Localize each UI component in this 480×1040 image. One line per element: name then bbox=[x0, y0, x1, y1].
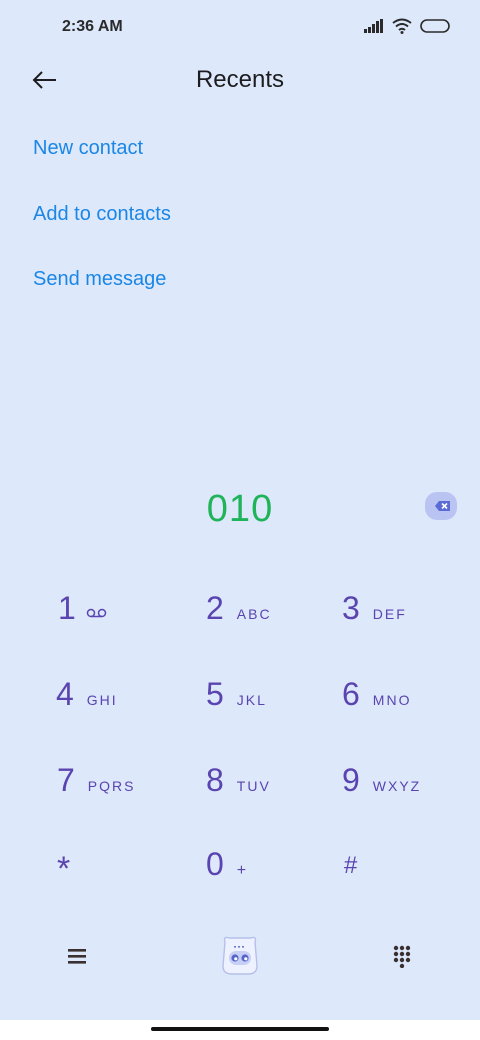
key-digit: 8 bbox=[206, 762, 224, 798]
home-indicator[interactable] bbox=[151, 1027, 329, 1031]
key-letters: JKL bbox=[236, 692, 267, 708]
status-icons bbox=[364, 18, 450, 34]
key-1[interactable]: 1 bbox=[58, 590, 108, 627]
key-digit: 9 bbox=[342, 762, 360, 798]
key-4[interactable]: 4 GHI bbox=[56, 676, 118, 713]
voicemail-icon bbox=[86, 608, 107, 618]
key-2[interactable]: 2 ABC bbox=[206, 590, 272, 627]
wifi-icon bbox=[392, 18, 412, 34]
key-hash[interactable]: # bbox=[344, 852, 357, 880]
send-message-link[interactable]: Send message bbox=[33, 268, 166, 291]
key-letters: + bbox=[236, 862, 249, 879]
assistant-robot-icon[interactable] bbox=[220, 934, 260, 976]
key-3[interactable]: 3 DEF bbox=[342, 590, 407, 627]
bottom-bar bbox=[0, 930, 480, 990]
status-bar: 2:36 AM bbox=[0, 0, 480, 56]
status-time: 2:36 AM bbox=[62, 18, 123, 35]
key-letters: GHI bbox=[86, 692, 118, 708]
key-6[interactable]: 6 MNO bbox=[342, 676, 411, 713]
page-title: Recents bbox=[195, 66, 285, 93]
key-letters: WXYZ bbox=[372, 778, 422, 794]
key-letters: PQRS bbox=[87, 778, 136, 794]
signal-icon bbox=[364, 19, 383, 33]
key-8[interactable]: 8 TUV bbox=[206, 762, 271, 799]
key-7[interactable]: 7 PQRS bbox=[57, 762, 135, 799]
battery-icon bbox=[420, 19, 450, 33]
key-letters: MNO bbox=[372, 692, 412, 708]
key-digit: 5 bbox=[206, 676, 224, 712]
backspace-icon[interactable] bbox=[423, 490, 459, 522]
key-9[interactable]: 9 WXYZ bbox=[342, 762, 421, 799]
key-digit: 4 bbox=[56, 676, 74, 712]
key-0[interactable]: 0 + bbox=[206, 846, 248, 883]
new-contact-link[interactable]: New contact bbox=[33, 137, 143, 160]
top-bar: Recents bbox=[0, 56, 480, 112]
key-letters: TUV bbox=[236, 778, 271, 794]
key-5[interactable]: 5 JKL bbox=[206, 676, 267, 713]
key-digit: # bbox=[344, 852, 358, 879]
dialed-number: 010 bbox=[206, 488, 274, 530]
key-digit: 6 bbox=[342, 676, 360, 712]
key-digit: 1 bbox=[58, 590, 76, 626]
system-nav-bar bbox=[0, 1020, 480, 1040]
dialpad-icon[interactable] bbox=[392, 944, 412, 968]
add-to-contacts-link[interactable]: Add to contacts bbox=[33, 203, 171, 226]
key-digit: 0 bbox=[206, 846, 224, 882]
key-letters: DEF bbox=[372, 606, 407, 622]
key-star[interactable]: * bbox=[57, 850, 70, 889]
key-digit: 3 bbox=[342, 590, 360, 626]
key-digit: * bbox=[57, 850, 71, 888]
menu-icon[interactable] bbox=[66, 946, 90, 966]
key-digit: 2 bbox=[206, 590, 224, 626]
key-letters: ABC bbox=[236, 606, 272, 622]
key-digit: 7 bbox=[57, 762, 75, 798]
